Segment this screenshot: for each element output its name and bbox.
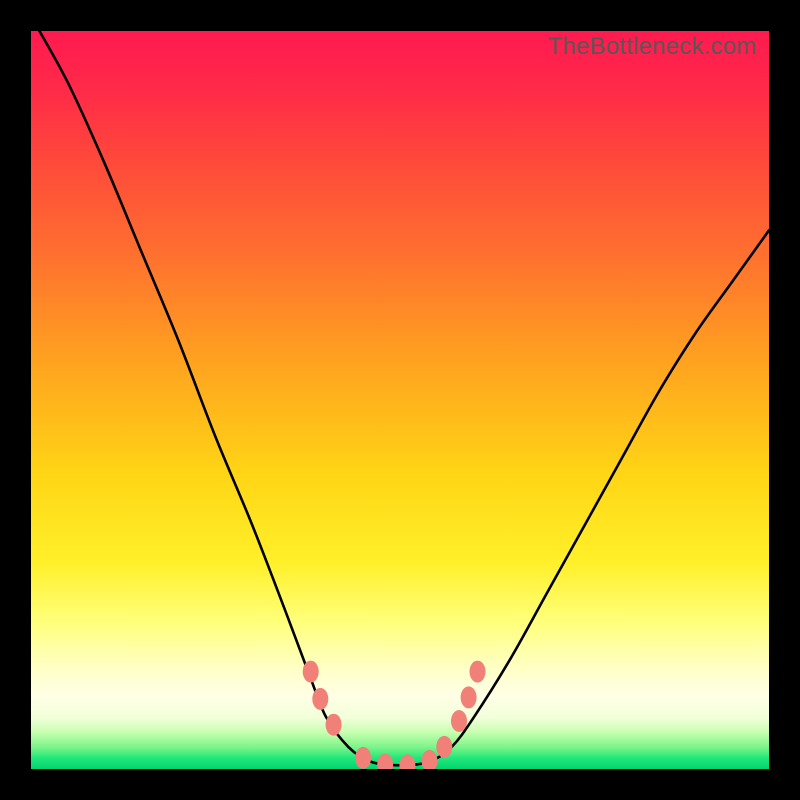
marker-group xyxy=(303,661,486,769)
curve-marker xyxy=(436,736,452,758)
curve-marker xyxy=(355,747,371,769)
curve-marker xyxy=(377,754,393,769)
curve-marker xyxy=(470,661,486,683)
curve-svg xyxy=(31,31,769,769)
curve-marker xyxy=(422,750,438,769)
watermark-text: TheBottleneck.com xyxy=(548,33,757,61)
curve-marker xyxy=(461,686,477,708)
curve-marker xyxy=(326,714,342,736)
chart-frame: TheBottleneck.com xyxy=(0,0,800,800)
curve-marker xyxy=(451,710,467,732)
curve-marker xyxy=(303,661,319,683)
curve-marker xyxy=(312,688,328,710)
bottleneck-curve xyxy=(31,31,769,765)
plot-area: TheBottleneck.com xyxy=(31,31,769,769)
curve-marker xyxy=(399,754,415,769)
